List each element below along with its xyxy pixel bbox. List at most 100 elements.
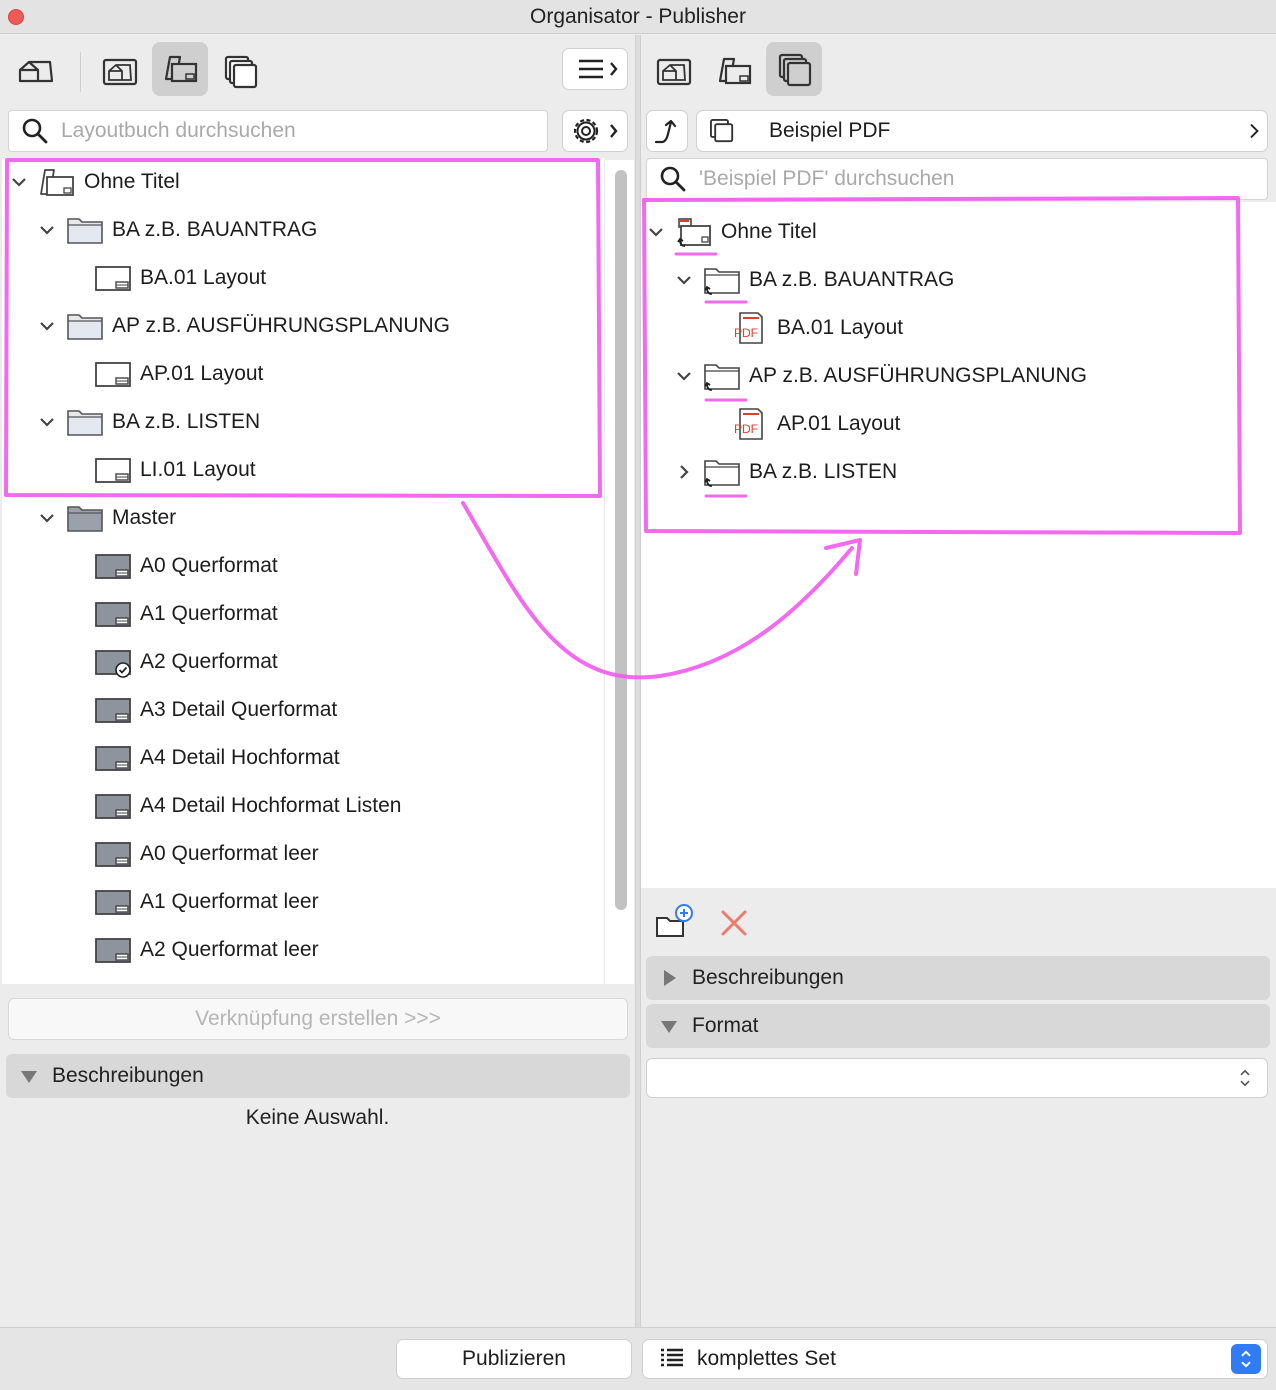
- publisher-set-selector[interactable]: Beispiel PDF: [696, 110, 1268, 152]
- search-icon: [22, 118, 48, 144]
- publisher-set-icon: [710, 119, 734, 143]
- folder-icon: [66, 406, 104, 438]
- chevron-down-icon[interactable]: [36, 411, 58, 433]
- chevron-down-icon[interactable]: [673, 365, 695, 387]
- tree-row[interactable]: A2 Querformat: [64, 638, 278, 686]
- chevron-down-icon[interactable]: [8, 171, 30, 193]
- master-layout-icon: [94, 934, 132, 966]
- chevron-down-icon[interactable]: [36, 315, 58, 337]
- publish-button[interactable]: Publizieren: [396, 1339, 632, 1379]
- tree-row[interactable]: A0 Querformat: [64, 542, 278, 590]
- chevron-down-icon[interactable]: [36, 219, 58, 241]
- tree-row-label: Master: [112, 506, 177, 529]
- publisher-sets-icon: [778, 53, 812, 87]
- right-view-map-button[interactable]: [646, 44, 702, 98]
- stepper-button[interactable]: [1231, 1344, 1261, 1374]
- view-options-button[interactable]: [562, 48, 628, 90]
- tree-row[interactable]: A1 Querformat leer: [64, 878, 319, 926]
- tree-row[interactable]: BA.01 Layout: [64, 254, 266, 302]
- publisher-search-placeholder: 'Beispiel PDF' durchsuchen: [699, 167, 955, 190]
- master-folder-icon: [66, 502, 104, 534]
- tree-row-label: AP z.B. AUSFÜHRUNGSPLANUNG: [112, 314, 451, 337]
- tree-row-label: BA z.B. LISTEN: [749, 460, 898, 483]
- left-scrollbar-thumb[interactable]: [615, 170, 627, 910]
- tree-row[interactable]: A1 Querformat: [64, 590, 278, 638]
- svg-text:PDF: PDF: [734, 422, 758, 436]
- chevron-right-icon[interactable]: [673, 461, 695, 483]
- chevron-right-icon: [1250, 123, 1259, 139]
- master-layout-icon: [94, 550, 132, 582]
- layout-book-icon: [718, 57, 752, 85]
- layout-book-search[interactable]: Layoutbuch durchsuchen: [8, 110, 548, 152]
- publisher-set-name: Beispiel PDF: [769, 119, 891, 142]
- disclosure-down-icon: [661, 1021, 677, 1033]
- tree-row[interactable]: A3 Detail Querformat: [64, 686, 337, 734]
- publish-up-button[interactable]: [646, 110, 688, 152]
- left-descriptions-label: Beschreibungen: [52, 1064, 204, 1087]
- tree-row[interactable]: BA z.B. LISTEN: [673, 448, 897, 496]
- tree-row[interactable]: A0 Querformat leer: [64, 830, 319, 878]
- layout-icon: [94, 358, 132, 390]
- tree-row[interactable]: AP z.B. AUSFÜHRUNGSPLANUNG: [673, 352, 1087, 400]
- list-menu-icon: [579, 59, 618, 79]
- tree-row[interactable]: PDF BA.01 Layout: [701, 304, 903, 352]
- tree-row-label: BA z.B. BAUANTRAG: [749, 268, 955, 291]
- tree-row[interactable]: AP z.B. AUSFÜHRUNGSPLANUNG: [36, 302, 450, 350]
- tree-row-label: A2 Querformat leer: [140, 938, 319, 961]
- arrow-up-curve-icon: [654, 119, 677, 144]
- publisher-sets-button[interactable]: [212, 44, 268, 98]
- tree-row[interactable]: PDF AP.01 Layout: [701, 400, 900, 448]
- master-layout-icon: [94, 598, 132, 630]
- master-layout-icon: [94, 886, 132, 918]
- tree-row[interactable]: Ohne Titel: [645, 208, 817, 256]
- left-descriptions-header[interactable]: Beschreibungen: [6, 1054, 630, 1098]
- tree-row-label: A3 Detail Querformat: [140, 698, 338, 721]
- tree-row[interactable]: BA z.B. BAUANTRAG: [673, 256, 954, 304]
- create-link-button[interactable]: Verknüpfung erstellen >>>: [8, 998, 628, 1040]
- tree-row[interactable]: BA z.B. LISTEN: [36, 398, 260, 446]
- publish-scope-select[interactable]: komplettes Set: [642, 1339, 1268, 1379]
- right-layout-book-button[interactable]: [706, 44, 762, 98]
- tree-row[interactable]: BA z.B. BAUANTRAG: [36, 206, 317, 254]
- project-map-button[interactable]: [8, 44, 64, 98]
- right-publisher-sets-button[interactable]: [766, 42, 822, 96]
- pdf-icon: PDF: [731, 312, 769, 344]
- tree-row[interactable]: LI.01 Layout: [64, 446, 256, 494]
- layout-book-tree: Ohne Titel BA z.B. BAUANTRAG BA.01 Layout A…: [2, 158, 604, 984]
- format-header[interactable]: Format: [646, 1004, 1270, 1048]
- format-select[interactable]: [646, 1058, 1268, 1098]
- tree-row-label: LI.01 Layout: [140, 458, 256, 481]
- left-scrollbar[interactable]: [604, 160, 634, 984]
- chevron-down-icon[interactable]: [36, 507, 58, 529]
- tree-row[interactable]: A2 Querformat leer: [64, 926, 319, 974]
- publisher-set-tree: Ohne Titel BA z.B. BAUANTRAG PDF BA.01 Layo…: [641, 202, 1276, 888]
- chevron-down-icon[interactable]: [673, 269, 695, 291]
- svg-text:PDF: PDF: [734, 326, 758, 340]
- layout-book-icon: [38, 166, 76, 198]
- tree-row[interactable]: A4 Detail Hochformat Listen: [64, 782, 401, 830]
- tree-row[interactable]: A4 Detail Hochformat: [64, 734, 340, 782]
- publisher-set-search[interactable]: 'Beispiel PDF' durchsuchen: [646, 158, 1268, 200]
- tree-row[interactable]: Master: [36, 494, 176, 542]
- tree-row[interactable]: AP.01 Layout: [64, 350, 263, 398]
- settings-button[interactable]: [562, 110, 628, 152]
- right-descriptions-header[interactable]: Beschreibungen: [646, 956, 1270, 1000]
- tree-row-label: BA.01 Layout: [140, 266, 267, 289]
- chevron-down-icon[interactable]: [645, 221, 667, 243]
- view-map-button[interactable]: [92, 44, 148, 98]
- master-layout-check-icon: [94, 646, 132, 678]
- folder-icon: [66, 310, 104, 342]
- tree-row-label: A1 Querformat: [140, 602, 278, 625]
- tree-row[interactable]: Ohne Titel: [8, 158, 180, 206]
- publish-scope-value: komplettes Set: [697, 1347, 836, 1370]
- new-folder-icon[interactable]: [653, 900, 697, 944]
- delete-icon[interactable]: [719, 908, 749, 938]
- close-window-button[interactable]: [8, 9, 24, 25]
- layout-book-button[interactable]: [152, 42, 208, 96]
- layout-icon: [94, 262, 132, 294]
